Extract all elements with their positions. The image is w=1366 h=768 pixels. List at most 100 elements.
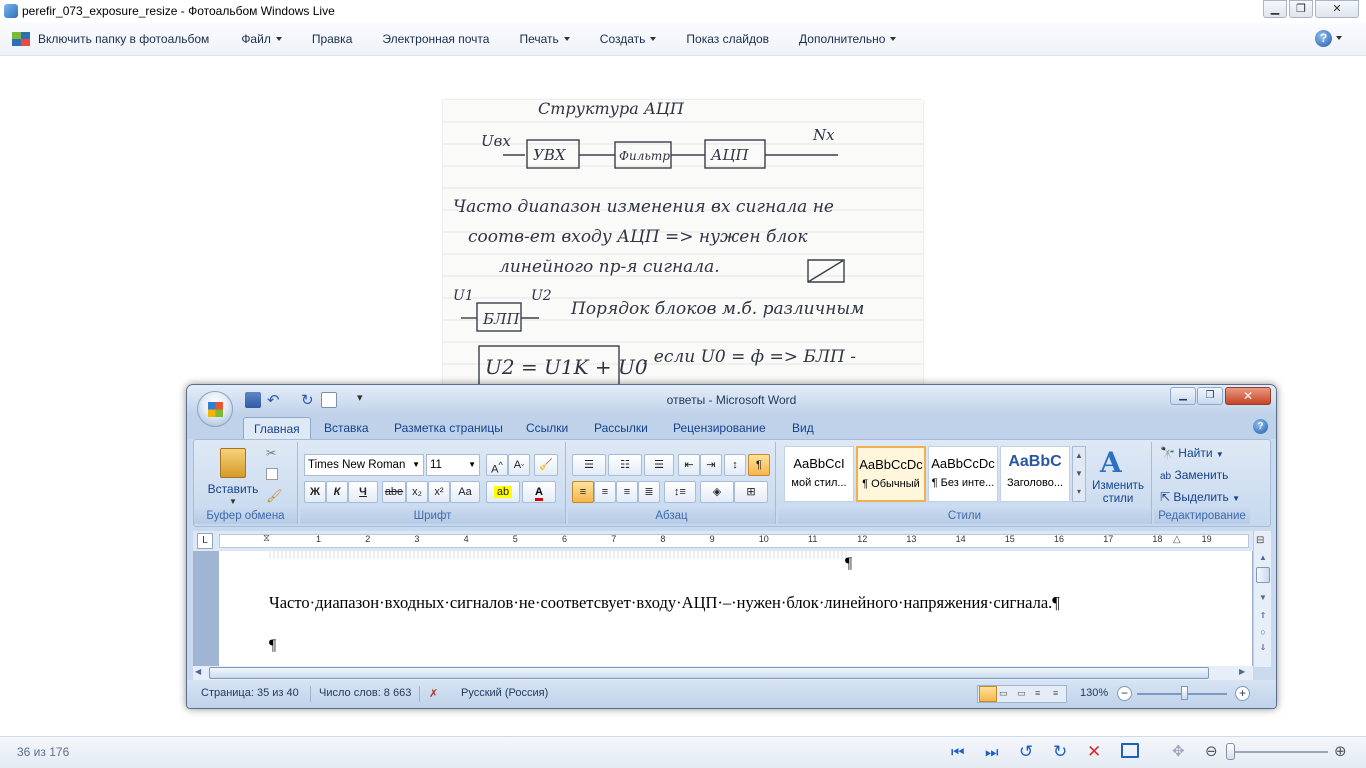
increase-indent-button[interactable]: ⇥: [700, 454, 722, 476]
scroll-left-icon[interactable]: ◀: [195, 667, 201, 676]
underline-button[interactable]: Ч: [348, 481, 378, 503]
zoom-slider-track[interactable]: [1228, 751, 1328, 753]
tab-references[interactable]: Ссылки: [516, 417, 578, 439]
paste-button[interactable]: Вставить ▼: [198, 444, 268, 506]
zoom-level[interactable]: 130%: [1080, 687, 1108, 699]
outline-icon[interactable]: ≡: [1035, 688, 1040, 698]
menu-edit[interactable]: Правка: [297, 32, 368, 46]
document-page[interactable]: ¶ Часто·диапазон·входных·сигналов·не·соо…: [219, 551, 1252, 667]
web-layout-icon[interactable]: ▭: [1017, 688, 1026, 699]
rotate-right-icon[interactable]: ↻: [1053, 742, 1067, 762]
multilevel-list-button[interactable]: ☰: [644, 454, 674, 476]
fit-icon[interactable]: ✥: [1172, 742, 1185, 760]
undo-icon[interactable]: ↶: [267, 391, 280, 409]
horizontal-ruler[interactable]: L 1 2 3 4 5 6 7 8 9 10 11 12 13 14 15 16 17 18 19 ⧖ △: [193, 531, 1271, 551]
browse-object-icon[interactable]: ○: [1257, 627, 1269, 637]
font-color-button[interactable]: A: [522, 481, 556, 503]
tab-view[interactable]: Вид: [782, 417, 824, 439]
next-page-icon[interactable]: ⇓: [1257, 643, 1269, 652]
style-my-style[interactable]: AaBbCcI мой стил...: [784, 446, 854, 502]
delete-icon[interactable]: ✕: [1087, 742, 1101, 762]
style-normal[interactable]: AaBbCcDc ¶ Обычный: [856, 446, 926, 502]
change-case-button[interactable]: Aa: [450, 481, 480, 503]
next-photo-icon[interactable]: ⏭: [985, 744, 999, 761]
slideshow-icon[interactable]: [1121, 743, 1139, 758]
font-name-select[interactable]: Times New Roman ▼: [304, 454, 424, 476]
align-right-button[interactable]: ≡: [616, 481, 638, 503]
hscroll-thumb[interactable]: [209, 667, 1209, 679]
tab-review[interactable]: Рецензирование: [663, 417, 776, 439]
document-paragraph[interactable]: Часто·диапазон·входных·сигналов·не·соотв…: [269, 593, 1060, 613]
menu-email[interactable]: Электронная почта: [367, 32, 504, 46]
zoom-out-button[interactable]: −: [1117, 686, 1132, 701]
align-left-button[interactable]: ≡: [572, 481, 594, 503]
page-count[interactable]: Страница: 35 из 40: [201, 687, 299, 699]
copy-icon[interactable]: [266, 468, 278, 480]
spellcheck-icon[interactable]: ✗: [429, 687, 438, 700]
ruler-toggle-icon[interactable]: ⊟: [1256, 535, 1264, 546]
menu-print[interactable]: Печать: [504, 32, 584, 46]
scroll-down-icon[interactable]: ▼: [1257, 593, 1269, 602]
select-button[interactable]: ⇱ Выделить ▼: [1160, 490, 1240, 504]
word-count[interactable]: Число слов: 8 663: [319, 687, 411, 699]
minimize-button[interactable]: ▁: [1263, 0, 1287, 18]
help-chevron-icon[interactable]: [1336, 36, 1342, 40]
shading-button[interactable]: ◈: [700, 481, 734, 503]
vertical-scrollbar[interactable]: ⊟ ▲ ▼ ⇑ ○ ⇓: [1253, 531, 1271, 667]
tab-insert[interactable]: Вставка: [314, 417, 379, 439]
styles-scroll[interactable]: ▲ ▼ ▾: [1072, 446, 1086, 502]
bold-button[interactable]: Ж: [304, 481, 326, 503]
align-center-button[interactable]: ≡: [594, 481, 616, 503]
word-help-icon[interactable]: ?: [1253, 419, 1268, 434]
full-screen-icon[interactable]: ▭: [999, 688, 1008, 699]
numbering-button[interactable]: ☷: [608, 454, 642, 476]
draft-icon[interactable]: ≡: [1053, 688, 1058, 698]
save-icon[interactable]: [245, 392, 261, 408]
change-styles-button[interactable]: A Изменить стили: [1088, 444, 1148, 506]
bullets-button[interactable]: ☰: [572, 454, 606, 476]
line-spacing-button[interactable]: ↕≡: [664, 481, 696, 503]
print-preview-icon[interactable]: [321, 392, 337, 408]
zoom-out-icon[interactable]: ⊖: [1205, 742, 1218, 760]
print-layout-icon[interactable]: [979, 686, 997, 702]
style-no-spacing[interactable]: AaBbCcDc ¶ Без инте...: [928, 446, 998, 502]
help-icon[interactable]: ?: [1315, 30, 1332, 47]
zoom-in-button[interactable]: +: [1235, 686, 1250, 701]
replace-button[interactable]: ab Заменить: [1160, 468, 1228, 482]
word-close-button[interactable]: ✕: [1225, 387, 1271, 405]
scroll-thumb[interactable]: [1256, 567, 1270, 583]
scroll-right-icon[interactable]: ▶: [1239, 667, 1245, 676]
clear-format-button[interactable]: 🧹: [534, 454, 558, 476]
grow-font-button[interactable]: A^: [486, 454, 508, 476]
office-button[interactable]: [197, 391, 233, 427]
subscript-button[interactable]: x₂: [406, 481, 428, 503]
shrink-font-button[interactable]: Aˇ: [508, 454, 530, 476]
highlight-button[interactable]: ab: [486, 481, 520, 503]
menu-create[interactable]: Создать: [585, 32, 672, 46]
borders-button[interactable]: ⊞: [734, 481, 768, 503]
redo-icon[interactable]: ↻: [301, 391, 314, 409]
font-size-select[interactable]: 11 ▼: [426, 454, 480, 476]
right-indent-marker-icon[interactable]: △: [1173, 534, 1181, 545]
language[interactable]: Русский (Россия): [461, 687, 548, 699]
include-folder-button[interactable]: Включить папку в фотоальбом: [0, 31, 224, 46]
tab-home[interactable]: Главная: [243, 417, 311, 439]
maximize-button[interactable]: ❐: [1289, 0, 1313, 18]
tab-mailings[interactable]: Рассылки: [584, 417, 658, 439]
indent-marker-icon[interactable]: ⧖: [263, 533, 270, 544]
prev-page-icon[interactable]: ⇑: [1257, 611, 1269, 620]
tab-page-layout[interactable]: Разметка страницы: [384, 417, 513, 439]
italic-button[interactable]: К: [326, 481, 348, 503]
empty-paragraph-mark[interactable]: ¶: [269, 637, 276, 655]
zoom-slider-thumb[interactable]: [1226, 743, 1235, 760]
justify-button[interactable]: ≣: [638, 481, 660, 503]
word-minimize-button[interactable]: ▁: [1170, 387, 1196, 405]
style-heading[interactable]: AaBbC Заголово...: [1000, 446, 1070, 502]
zoom-slider-thumb[interactable]: [1181, 686, 1188, 700]
format-painter-icon[interactable]: 🖌: [266, 488, 283, 504]
decrease-indent-button[interactable]: ⇤: [678, 454, 700, 476]
superscript-button[interactable]: x²: [428, 481, 450, 503]
cut-icon[interactable]: ✂: [266, 446, 276, 460]
menu-more[interactable]: Дополнительно: [784, 32, 911, 46]
zoom-in-icon[interactable]: ⊕: [1334, 742, 1347, 760]
